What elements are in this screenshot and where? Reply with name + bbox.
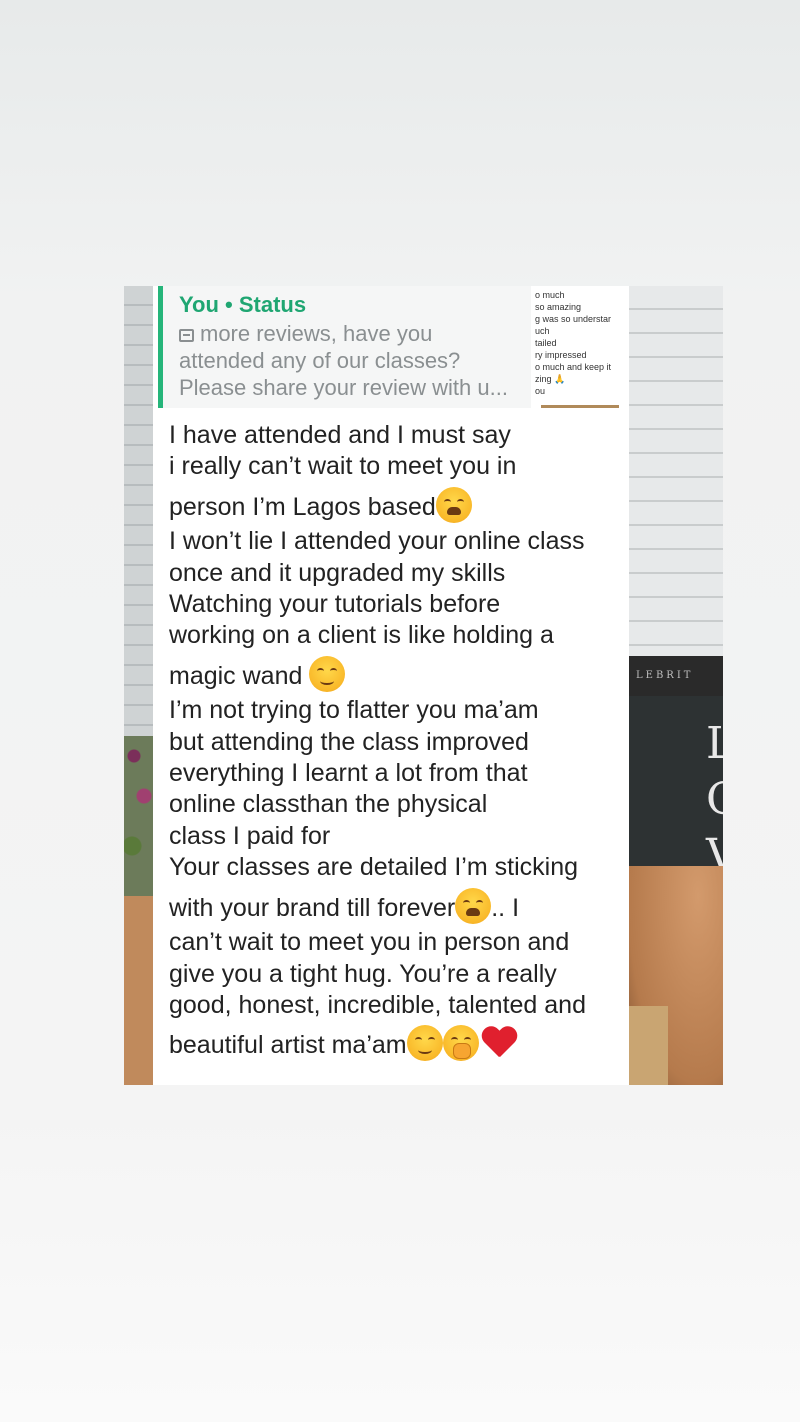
smiling-face-icon <box>406 1025 443 1062</box>
sign-letters: L O V <box>706 716 723 884</box>
message-line: can’t wait to meet you in person and <box>169 927 629 958</box>
message-line-text: can’t wait to meet you in person and <box>169 928 570 957</box>
message-line: I won’t lie I attended your online class <box>169 526 629 557</box>
gold-fabric <box>628 1006 668 1085</box>
shushing-face-icon <box>442 1025 479 1062</box>
message-line: class I paid for <box>169 821 629 852</box>
message-line-text: Your classes are detailed I’m sticking <box>169 853 578 882</box>
message-line-text: online classthan the physical <box>169 790 488 819</box>
message-line-text: i really can’t wait to meet you in <box>169 452 517 481</box>
quote-text: more reviews, have you attended any of o… <box>179 320 539 401</box>
message-line: online classthan the physical <box>169 789 629 820</box>
red-heart-icon <box>481 1027 517 1059</box>
message-line: give you a tight hug. You’re a really <box>169 959 629 990</box>
quote-line: more reviews, have you <box>200 321 433 346</box>
quote-line: attended any of our classes? <box>179 348 461 373</box>
message-line: with your brand till forever .. I <box>169 887 629 924</box>
thumbnail-text: ou <box>535 386 546 396</box>
message-text: I have attended and I must say i really c… <box>169 420 629 1065</box>
thumbnail-text: o much and keep it <box>535 362 612 372</box>
message-line: Watching your tutorials before <box>169 589 629 620</box>
weary-face-icon <box>455 887 492 924</box>
message-line: working on a client is like holding a <box>169 620 629 651</box>
message-line-text: good, honest, incredible, talented and <box>169 990 586 1019</box>
person-shoulder <box>124 896 154 1085</box>
thumbnail-text: so amazing <box>535 302 582 312</box>
message-line-text: working on a client is like holding a <box>169 621 554 650</box>
message-line-text: I’m not trying to flatter you ma’am <box>169 696 539 725</box>
reply-quote[interactable]: You • Status more reviews, have you atte… <box>158 286 539 408</box>
thumbnail-text: uch <box>535 326 550 336</box>
message-line-text: person I’m Lagos based <box>169 492 436 521</box>
message-line-text: with your brand till forever <box>169 893 456 922</box>
message-line: everything I learnt a lot from that <box>169 758 629 789</box>
sign-text: LEBRIT <box>628 656 723 696</box>
thumbnail-text: zing 🙏 <box>535 374 566 384</box>
message-line-text: I have attended and I must say <box>169 421 511 449</box>
smiling-face-icon <box>309 655 346 692</box>
message-line-suffix: .. I <box>491 893 520 922</box>
message-line-text: magic wand <box>169 661 310 690</box>
quote-line: Please share your review with u... <box>179 375 508 400</box>
status-thumbnail[interactable]: o much so amazing g was so understar uch… <box>531 286 629 408</box>
message-line: but attending the class improved <box>169 727 629 758</box>
weary-face-icon <box>435 486 472 523</box>
message-line-text: I won’t lie I attended your online class <box>169 527 585 556</box>
thumbnail-bar <box>541 405 619 408</box>
window-blinds <box>628 286 723 656</box>
message-line-text: beautiful artist ma’am <box>169 1031 407 1060</box>
thumbnail-text: ry impressed <box>535 350 587 360</box>
message-line-text: Watching your tutorials before <box>169 590 501 619</box>
message-line-text: everything I learnt a lot from that <box>169 759 528 788</box>
thumbnail-text: g was so understar <box>535 314 612 324</box>
message-line: Your classes are detailed I’m sticking <box>169 852 629 883</box>
sign-letter: O <box>706 772 723 828</box>
message-line-text: once and it upgraded my skills <box>169 558 506 587</box>
message-line: I’m not trying to flatter you ma’am <box>169 695 629 726</box>
message-line-text: but attending the class improved <box>169 727 529 756</box>
chat-message-bubble: You • Status more reviews, have you atte… <box>153 286 629 1085</box>
image-icon <box>179 329 194 342</box>
message-line: I have attended and I must say <box>169 420 629 451</box>
quote-author: You • Status <box>179 292 307 317</box>
message-line: once and it upgraded my skills <box>169 558 629 589</box>
message-line: person I’m Lagos based <box>169 486 629 523</box>
message-line: i really can’t wait to meet you in <box>169 451 629 482</box>
thumbnail-text: o much <box>535 290 565 300</box>
message-line: beautiful artist ma’am <box>169 1025 629 1062</box>
message-line-text: give you a tight hug. You’re a really <box>169 959 557 988</box>
flowers <box>124 736 154 896</box>
thumbnail-text: tailed <box>535 338 557 348</box>
message-line: good, honest, incredible, talented and <box>169 990 629 1021</box>
sign-letter: L <box>706 718 723 769</box>
dark-panel: L O V <box>628 696 723 886</box>
message-line: magic wand <box>169 655 629 692</box>
message-line-text: class I paid for <box>169 821 331 850</box>
